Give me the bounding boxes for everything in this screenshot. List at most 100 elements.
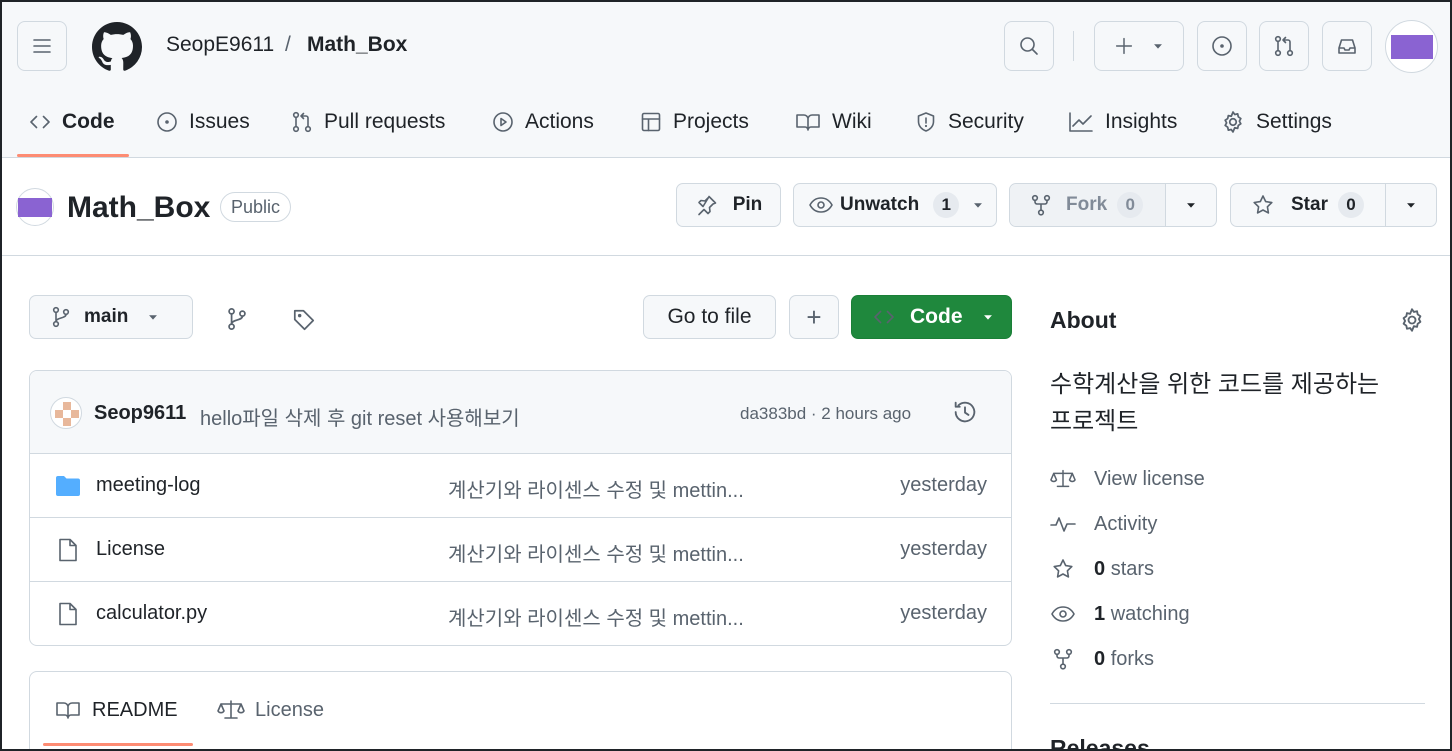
hamburger-icon (33, 39, 51, 53)
watching-label: watching (1110, 602, 1190, 625)
commit-message[interactable]: hello파일 삭제 후 git reset 사용해보기 (200, 402, 520, 431)
active-tab-underline (17, 154, 129, 157)
tab-label: Insights (1105, 110, 1178, 133)
issue-icon (157, 112, 177, 132)
unwatch-label: Unwatch (840, 194, 920, 215)
star-button[interactable]: Star 0 (1231, 184, 1385, 226)
branch-icon (228, 308, 246, 330)
gear-icon (1402, 308, 1422, 332)
github-logo[interactable] (92, 22, 142, 72)
triangle-down-icon (1154, 44, 1162, 49)
star-label: Star (1291, 194, 1328, 215)
about-title: About (1050, 307, 1117, 333)
tab-settings[interactable]: Settings (1220, 104, 1332, 140)
issues-button[interactable] (1197, 21, 1247, 71)
watching-link[interactable]: 1 watching (1050, 602, 1190, 626)
file-commit-message[interactable]: 계산기와 라이센스 수정 및 mettin... (448, 538, 744, 567)
star-dropdown[interactable] (1386, 184, 1436, 226)
file-row[interactable]: License 계산기와 라이센스 수정 및 mettin... yesterd… (30, 518, 1011, 582)
view-license-label: View license (1094, 467, 1205, 490)
fork-icon (1031, 194, 1051, 216)
pulse-icon (1050, 517, 1076, 532)
plus-icon (1115, 37, 1133, 55)
pin-label: Pin (732, 194, 763, 215)
tab-issues[interactable]: Issues (155, 104, 250, 140)
fork-count: 0 (1117, 192, 1144, 218)
commit-author-avatar[interactable] (50, 397, 82, 429)
create-new-button[interactable] (1094, 21, 1184, 71)
folder-icon (56, 476, 80, 496)
code-button[interactable]: Code (851, 295, 1012, 339)
inbox-button[interactable] (1322, 21, 1372, 71)
inbox-icon (1338, 39, 1356, 54)
breadcrumb-repo[interactable]: Math_Box (307, 33, 407, 57)
tab-code[interactable]: Code (28, 104, 115, 140)
fork-icon (1053, 648, 1073, 670)
fork-button[interactable]: Fork 0 (1010, 184, 1165, 226)
add-file-button[interactable]: + (789, 295, 839, 339)
tab-actions[interactable]: Actions (491, 104, 594, 140)
file-row[interactable]: meeting-log 계산기와 라이센스 수정 및 mettin... yes… (30, 454, 1011, 518)
watching-count: 1 (1094, 602, 1106, 625)
repo-owner-avatar[interactable] (16, 188, 54, 226)
pin-button[interactable]: Pin (676, 183, 781, 227)
tab-pull-requests[interactable]: Pull requests (290, 104, 445, 140)
file-row[interactable]: calculator.py 계산기와 라이센스 수정 및 mettin... y… (30, 582, 1011, 645)
stars-link[interactable]: 0 stars (1050, 557, 1154, 581)
tab-wiki[interactable]: Wiki (794, 104, 872, 140)
commit-meta[interactable]: da383bd · 2 hours ago (740, 404, 911, 424)
tab-label: Security (948, 110, 1024, 133)
issue-icon (1212, 36, 1232, 56)
visibility-badge: Public (220, 192, 292, 222)
forks-link[interactable]: 0 forks (1050, 647, 1154, 671)
shield-icon (917, 112, 935, 132)
fork-dropdown[interactable] (1166, 184, 1216, 226)
tab-security[interactable]: Security (914, 104, 1024, 140)
commit-history-link[interactable] (951, 398, 979, 426)
fork-button-group: Fork 0 (1009, 183, 1217, 227)
unwatch-button[interactable]: Unwatch 1 (793, 183, 997, 227)
file-name[interactable]: License (96, 538, 165, 561)
activity-link[interactable]: Activity (1050, 512, 1157, 536)
star-icon (1253, 195, 1273, 214)
triangle-down-icon (1187, 203, 1195, 208)
file-icon (59, 538, 77, 562)
repo-name[interactable]: Math_Box (67, 191, 210, 225)
stars-label: stars (1110, 557, 1155, 580)
github-mark-icon (92, 22, 142, 71)
book-icon (796, 114, 820, 131)
tags-link[interactable] (291, 307, 317, 333)
branch-selector[interactable]: main (29, 295, 193, 339)
commit-author[interactable]: Seop9611 (94, 402, 186, 425)
branches-link[interactable] (225, 306, 249, 332)
view-license-link[interactable]: View license (1050, 467, 1205, 491)
file-commit-message[interactable]: 계산기와 라이센스 수정 및 mettin... (448, 602, 744, 631)
search-button[interactable] (1004, 21, 1054, 71)
user-avatar[interactable] (1385, 20, 1438, 73)
license-tab-label: License (255, 698, 324, 721)
releases-title[interactable]: Releases (1050, 735, 1150, 751)
edit-about-button[interactable] (1398, 306, 1426, 334)
forks-label: forks (1110, 647, 1155, 670)
file-name[interactable]: calculator.py (96, 602, 207, 625)
file-commit-message[interactable]: 계산기와 라이센스 수정 및 mettin... (448, 474, 744, 503)
readme-tab[interactable]: README (54, 698, 178, 722)
license-tab[interactable]: License (217, 698, 324, 722)
global-header: SeopE9611 / Math_Box Code Issues Pull re… (0, 0, 1452, 158)
tab-projects[interactable]: Projects (639, 104, 749, 140)
branch-name: main (84, 306, 129, 327)
breadcrumb-owner[interactable]: SeopE9611 (166, 33, 274, 57)
file-name[interactable]: meeting-log (96, 474, 201, 497)
file-date: yesterday (900, 602, 987, 624)
latest-commit-row: Seop9611 hello파일 삭제 후 git reset 사용해보기 da… (30, 371, 1011, 454)
book-icon (56, 702, 80, 719)
code-icon (874, 310, 894, 324)
file-icon (59, 602, 77, 626)
active-readme-underline (43, 743, 193, 746)
go-to-file-button[interactable]: Go to file (643, 295, 776, 339)
pull-requests-button[interactable] (1259, 21, 1309, 71)
menu-button[interactable] (17, 21, 67, 71)
forks-count: 0 (1094, 647, 1106, 670)
tab-label: Issues (189, 110, 250, 133)
tab-insights[interactable]: Insights (1067, 104, 1177, 140)
